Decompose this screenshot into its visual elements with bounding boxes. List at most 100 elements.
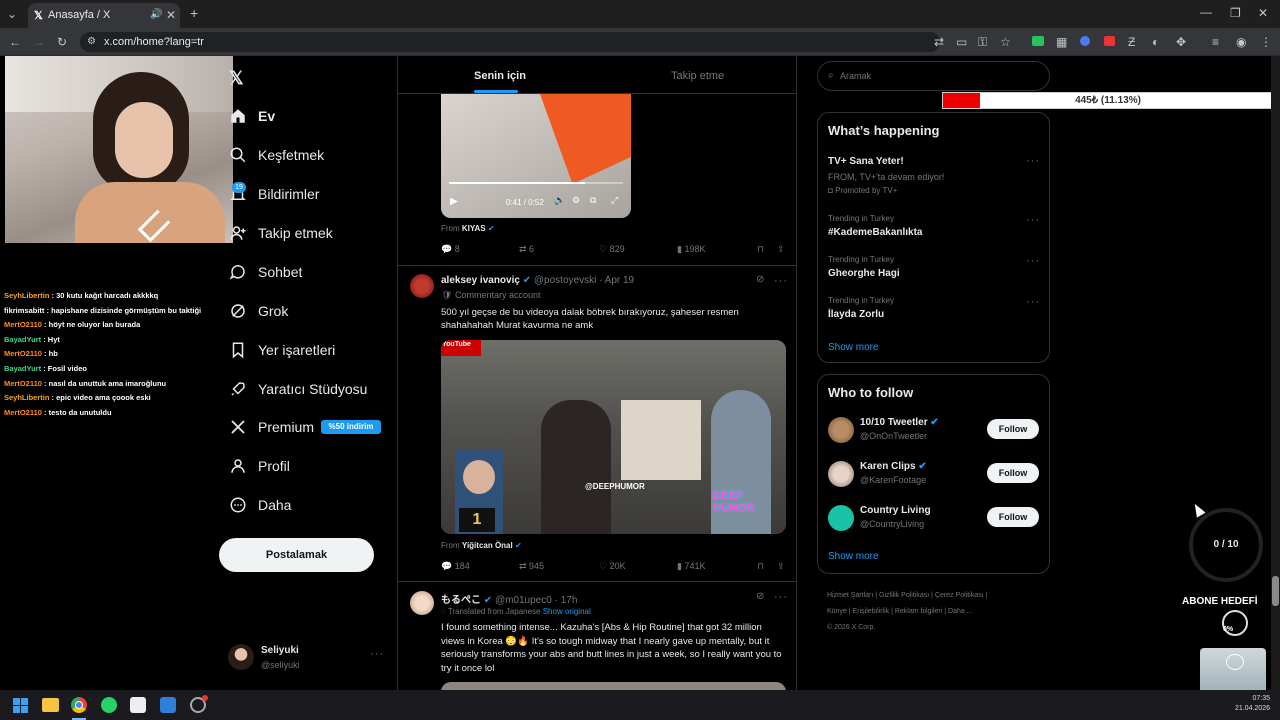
video-player[interactable]: ▶ 0:41 / 0:52 🔈 ⚙ ⧉ ⤢ — [441, 94, 631, 218]
extension-z-icon[interactable]: Ƶ — [1128, 35, 1135, 49]
tweet-more-icon[interactable]: ··· — [774, 591, 788, 603]
restore-icon[interactable]: ❐ — [1230, 6, 1241, 20]
reply-button[interactable]: 💬 8 — [441, 244, 519, 255]
views-button[interactable]: ▮ 741K — [677, 561, 757, 572]
windows-start-icon[interactable] — [13, 698, 28, 713]
from-name[interactable]: Yiğitcan Önal — [462, 541, 513, 550]
tweet-more-icon[interactable]: ··· — [774, 275, 788, 287]
window-close-icon[interactable]: ✕ — [1258, 6, 1268, 20]
tab-for-you[interactable]: Senin için — [474, 70, 526, 82]
chrome-icon[interactable] — [71, 697, 87, 713]
tweet-media[interactable] — [441, 682, 786, 690]
follow-suggestion[interactable]: 10/10 Tweetler ✔ @OnOnTweetler — [860, 417, 939, 441]
author-name[interactable]: もるぺこ — [441, 595, 481, 606]
footer-link[interactable]: Hizmet Şartları — [827, 592, 873, 599]
scrollbar[interactable] — [1271, 56, 1280, 690]
trend-item[interactable]: Trending in Turkey Gheorghe Hagi — [828, 255, 900, 279]
avatar[interactable] — [828, 461, 854, 487]
bookmark-star-icon[interactable]: ☆ — [1000, 35, 1011, 49]
avatar[interactable] — [410, 591, 434, 615]
avatar[interactable] — [828, 505, 854, 531]
repost-button[interactable]: ⇄ 945 — [519, 561, 599, 572]
avatar[interactable] — [410, 274, 434, 298]
sidebar-item-grok[interactable]: Grok — [228, 296, 288, 326]
search-input[interactable]: ⌕ Aramak — [817, 61, 1050, 91]
profile-icon[interactable]: ◉ — [1236, 35, 1246, 49]
tweet-date[interactable]: · Apr 19 — [599, 275, 634, 286]
account-switcher[interactable]: Seliyuki @seliyuki ··· — [226, 642, 386, 676]
extension-red-icon[interactable] — [1104, 36, 1115, 46]
extensions-puzzle-icon[interactable]: ✥ — [1176, 35, 1186, 49]
trend-more-icon[interactable]: ··· — [1026, 155, 1040, 167]
footer-link[interactable]: Reklam bilgileri — [895, 608, 942, 615]
pip-icon[interactable]: ⧉ — [590, 195, 596, 206]
sidebar-item-premium[interactable]: Premium — [228, 412, 314, 442]
tab-following[interactable]: Takip etme — [671, 70, 724, 82]
tweet-media[interactable]: YouTube @DEEPHUMOR 1 DEEP HUMOR — [441, 340, 786, 534]
footer-link[interactable]: Künye — [827, 608, 847, 615]
grok-icon[interactable]: ⊘ — [756, 274, 764, 285]
footer-link[interactable]: Erişilebilirlik — [853, 608, 890, 615]
fullscreen-icon[interactable]: ⤢ — [611, 195, 618, 206]
photos-icon[interactable] — [160, 697, 176, 713]
tweet-date[interactable]: · 17h — [555, 595, 578, 606]
new-tab-icon[interactable]: + — [190, 6, 198, 20]
follow-button[interactable]: Follow — [987, 463, 1039, 483]
key-icon[interactable]: ⚿ — [978, 35, 987, 49]
media-queue-icon[interactable]: ≡ — [1212, 35, 1219, 49]
show-original-link[interactable]: Show original — [543, 607, 591, 616]
trend-more-icon[interactable]: ··· — [1026, 255, 1040, 267]
minimize-icon[interactable]: — — [1200, 5, 1212, 19]
like-button[interactable]: ♡ 829 — [599, 244, 677, 255]
avatar[interactable] — [828, 417, 854, 443]
tab-search-icon[interactable]: ⌄ — [7, 7, 17, 21]
file-explorer-icon[interactable] — [42, 698, 59, 712]
author-name[interactable]: aleksey ivanoviç — [441, 275, 520, 286]
follow-suggestion[interactable]: Karen Clips ✔ @KarenFootage — [860, 461, 927, 485]
reload-icon[interactable]: ↻ — [57, 35, 67, 49]
reply-button[interactable]: 💬 184 — [441, 561, 519, 572]
repost-button[interactable]: ⇄ 6 — [519, 244, 599, 255]
share-icon[interactable]: ⇪ — [777, 244, 785, 255]
trend-more-icon[interactable]: ··· — [1026, 214, 1040, 226]
translate-icon[interactable]: ⇄ — [934, 35, 944, 49]
tab-close-icon[interactable]: ✕ — [166, 8, 176, 22]
browser-tab[interactable]: 𝕏 Anasayfa / X 🔊 ✕ — [28, 3, 180, 28]
extension-grid-icon[interactable]: ▦ — [1056, 35, 1067, 49]
sidebar-item-following[interactable]: Takip etmek — [228, 218, 333, 248]
bookmark-icon[interactable]: ⊓ — [757, 244, 777, 255]
scrollbar-thumb[interactable] — [1272, 576, 1279, 606]
show-more-link[interactable]: Show more — [828, 342, 879, 353]
settings-icon[interactable]: ⚙ — [572, 195, 580, 206]
from-name[interactable]: KIYAS — [462, 224, 486, 233]
promoted-trend[interactable]: TV+ Sana Yeter! FROM, TV+'ta devam ediyo… — [828, 156, 1038, 195]
sidebar-item-profile[interactable]: Profil — [228, 451, 290, 481]
extension-green-icon[interactable] — [1032, 36, 1044, 46]
sidebar-item-more[interactable]: Daha — [228, 490, 291, 520]
site-info-icon[interactable]: ⚙ — [87, 35, 96, 49]
views-button[interactable]: ▮ 198K — [677, 244, 757, 255]
browser-menu-icon[interactable]: ⋮ — [1260, 35, 1272, 49]
forward-icon[interactable]: → — [33, 35, 45, 49]
author-handle[interactable]: @postoyevski — [534, 275, 596, 286]
notepad-icon[interactable] — [130, 697, 146, 713]
author-handle[interactable]: @m01upec0 — [495, 595, 552, 606]
whatsapp-icon[interactable] — [101, 697, 117, 713]
sidebar-item-bookmarks[interactable]: Yer işaretleri — [228, 335, 335, 365]
cast-icon[interactable]: ▭ — [956, 35, 967, 49]
follow-suggestion[interactable]: Country Living @CountryLiving — [860, 505, 931, 529]
extension-blue-icon[interactable] — [1080, 36, 1090, 46]
x-logo-icon[interactable]: 𝕏 — [229, 68, 244, 89]
address-bar[interactable]: ⚙ x.com/home?lang=tr ⇄ ▭ ⚿ ☆ — [80, 32, 1011, 52]
like-button[interactable]: ♡ 20K — [599, 561, 677, 572]
play-icon[interactable]: ▶ — [450, 196, 458, 207]
back-icon[interactable]: ← — [9, 35, 21, 49]
sidebar-item-explore[interactable]: Keşfetmek — [228, 140, 324, 170]
post-button[interactable]: Postalamak — [219, 538, 374, 572]
sidebar-item-creator-studio[interactable]: Yaratıcı Stüdyosu — [228, 374, 367, 404]
trend-item[interactable]: Trending in Turkey İlayda Zorlu — [828, 296, 894, 320]
grok-icon[interactable]: ⊘ — [756, 591, 764, 602]
show-more-link[interactable]: Show more — [828, 551, 879, 562]
system-clock[interactable]: 07:35 21.04.2026 — [1226, 694, 1270, 714]
follow-button[interactable]: Follow — [987, 507, 1039, 527]
